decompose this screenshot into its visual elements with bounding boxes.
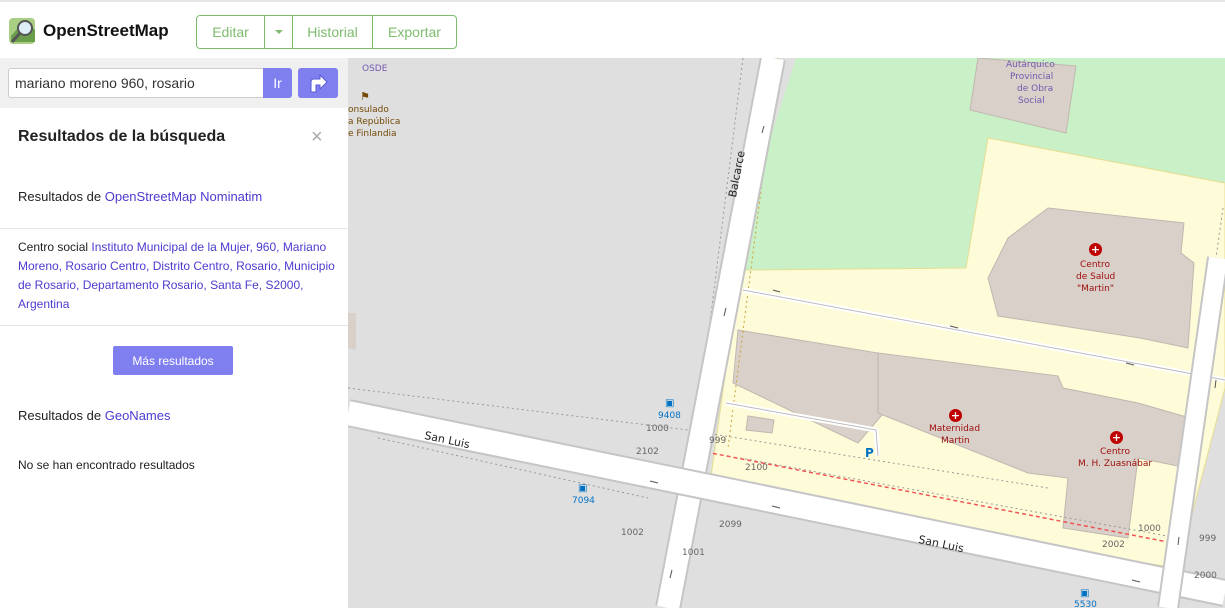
results-source-nominatim: Resultados de OpenStreetMap Nominatim [18,189,262,204]
poi-consulado-line2[interactable]: a República [348,117,400,127]
parking-icon[interactable]: P [865,446,874,460]
result-item: Centro social Instituto Municipal de la … [18,238,336,314]
nominatim-link[interactable]: OpenStreetMap Nominatim [105,189,263,204]
results-source-geonames: Resultados de GeoNames [18,408,170,423]
directions-button[interactable] [298,68,338,98]
divider [0,228,348,229]
map-canvas[interactable]: Balcarce San Luis San Luis OSDE ⚑ onsula… [348,58,1225,608]
house-number: 1000 [646,424,669,434]
poi-autarquico-line3[interactable]: de Obra [1017,84,1053,94]
geonames-link[interactable]: GeoNames [105,408,171,423]
history-button[interactable]: Historial [292,15,373,49]
result-type: Centro social [18,240,92,254]
house-number: 999 [1199,534,1217,544]
poi-autarquico-line1[interactable]: Autárquico [1006,60,1055,70]
bus-stop-icon: ▣ [1080,588,1090,599]
edit-dropdown-button[interactable] [264,15,293,49]
hospital-icon: + [1110,431,1123,444]
poi-autarquico-line4[interactable]: Social [1018,96,1045,106]
bus-stop-icon: ▣ [578,483,588,494]
no-results-text: No se han encontrado resultados [18,458,195,472]
poi-osde[interactable]: OSDE [362,64,387,74]
poi-zuasnabar-line2[interactable]: M. H. Zuasnábar [1078,459,1152,469]
divider [0,325,348,326]
source-prefix: Resultados de [18,408,105,423]
brand-title[interactable]: OpenStreetMap [43,21,169,41]
house-number: 2102 [636,447,659,457]
poi-centro-salud-line1[interactable]: Centro [1080,260,1110,270]
poi-consulado-line3[interactable]: e Finlandia [348,129,397,139]
directions-icon [310,73,328,93]
hospital-icon: + [1089,243,1102,256]
search-bar: mariano moreno 960, rosario Ir [0,58,348,108]
house-number: 2099 [719,520,742,530]
caret-down-icon [274,30,283,34]
search-go-button[interactable]: Ir [263,68,292,98]
poi-zuasnabar-line1[interactable]: Centro [1100,447,1130,457]
top-header: OpenStreetMap Editar Historial Exportar [0,0,1225,58]
bus-stop-label[interactable]: 9408 [658,411,681,421]
house-number: 2000 [1194,571,1217,581]
house-number: 999 [709,436,727,446]
poi-maternidad-line2[interactable]: Martin [941,436,970,446]
search-input[interactable]: mariano moreno 960, rosario [8,68,264,98]
house-number: 2100 [745,463,768,473]
flag-icon: ⚑ [360,90,370,103]
house-number: 1000 [1138,524,1161,534]
export-button[interactable]: Exportar [372,15,457,49]
edit-button[interactable]: Editar [196,15,265,49]
results-title: Resultados de la búsqueda [18,128,226,145]
poi-centro-salud-line3[interactable]: "Martin" [1077,284,1114,294]
osm-logo-icon[interactable] [8,16,38,46]
building [348,313,356,350]
close-icon[interactable]: × [311,126,323,149]
map-graphics [348,58,1225,608]
poi-centro-salud-line2[interactable]: de Salud [1076,272,1115,282]
bus-stop-icon: ▣ [665,398,675,409]
source-prefix: Resultados de [18,189,105,204]
house-number: 1002 [621,528,644,538]
bus-stop-label[interactable]: 5530 [1074,600,1097,608]
sidebar: mariano moreno 960, rosario Ir Resultado… [0,58,348,608]
more-results-button[interactable]: Más resultados [113,346,233,375]
poi-autarquico-line2[interactable]: Provincial [1010,72,1053,82]
poi-maternidad-line1[interactable]: Maternidad [929,424,980,434]
house-number: 1001 [682,548,705,558]
house-number: 2002 [1102,540,1125,550]
bus-stop-label[interactable]: 7094 [572,496,595,506]
hospital-icon: + [949,409,962,422]
poi-consulado-line1[interactable]: onsulado [348,105,389,115]
